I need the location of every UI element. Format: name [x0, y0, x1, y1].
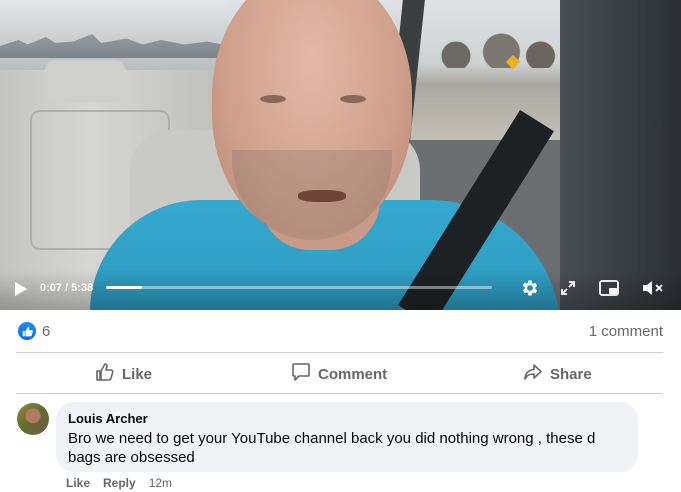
like-button[interactable]: Like: [95, 358, 152, 390]
comment-reply-button[interactable]: Reply: [103, 476, 136, 490]
reaction-summary[interactable]: 6: [18, 320, 50, 342]
divider: [16, 352, 663, 353]
volume-muted-icon[interactable]: [641, 277, 665, 299]
video-progress-bar[interactable]: [106, 286, 492, 289]
comment-actions: Like Reply 12m: [66, 476, 172, 490]
comment-author[interactable]: Louis Archer: [68, 411, 626, 427]
comment-label: Comment: [318, 365, 388, 383]
thumbs-up-icon: [95, 362, 115, 386]
share-label: Share: [550, 365, 592, 383]
commenter-avatar[interactable]: [17, 403, 49, 435]
reaction-count: 6: [42, 322, 51, 340]
comment-bubble: Louis Archer Bro we need to get your You…: [56, 402, 638, 472]
video-controls-bar: [0, 270, 681, 310]
play-icon[interactable]: [12, 280, 30, 298]
picture-in-picture-icon[interactable]: [598, 278, 620, 298]
comment-text: Bro we need to get your YouTube channel …: [68, 430, 596, 466]
fullscreen-expand-icon[interactable]: [558, 278, 578, 298]
like-reaction-icon: [18, 322, 36, 340]
divider: [16, 393, 663, 394]
comment-like-button[interactable]: Like: [66, 476, 90, 490]
comment-button[interactable]: Comment: [291, 358, 387, 390]
like-label: Like: [122, 365, 153, 383]
video-progress-fill: [106, 286, 142, 289]
comment-timestamp[interactable]: 12m: [149, 476, 172, 490]
video-player[interactable]: 0:07 / 5:38: [0, 0, 681, 310]
video-time: 0:07 / 5:38: [40, 282, 94, 294]
share-arrow-icon: [523, 362, 543, 386]
settings-gear-icon[interactable]: [519, 277, 541, 299]
video-frame: [0, 0, 681, 310]
speech-bubble-icon: [291, 362, 311, 386]
comments-count-link[interactable]: 1 comment: [589, 323, 663, 340]
share-button[interactable]: Share: [523, 358, 592, 390]
